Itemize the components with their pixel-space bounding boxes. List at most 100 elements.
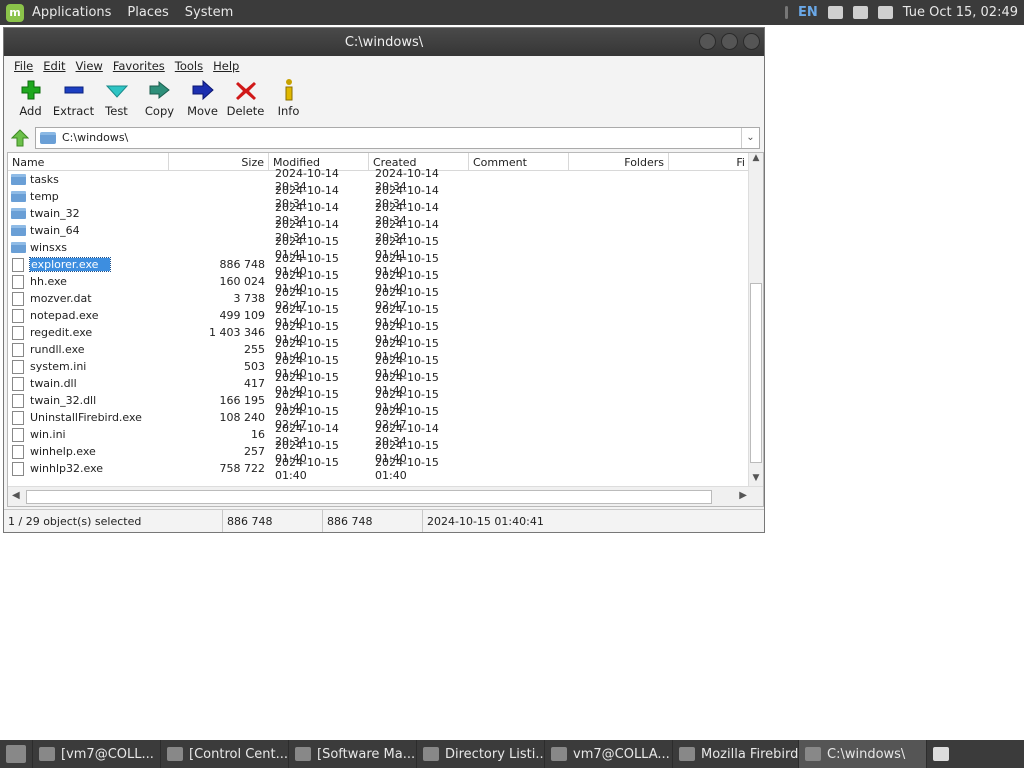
maximize-button[interactable] xyxy=(721,33,738,50)
row-name-cell: rundll.exe xyxy=(8,342,169,357)
arrow-right-icon xyxy=(192,79,214,101)
column-comment[interactable]: Comment xyxy=(469,153,569,170)
delete-label: Delete xyxy=(226,104,265,118)
info-icon xyxy=(285,79,292,101)
close-button[interactable] xyxy=(743,33,760,50)
taskbar-item[interactable]: vm7@COLLA... xyxy=(544,740,672,768)
menu-edit[interactable]: Edit xyxy=(38,59,70,73)
keyboard-layout-indicator[interactable]: EN xyxy=(798,5,818,20)
window-titlebar[interactable]: C:\windows\ xyxy=(4,28,764,56)
menu-bar: File Edit View Favorites Tools Help xyxy=(4,56,764,76)
row-size: 758 722 xyxy=(219,462,266,475)
volume-icon[interactable] xyxy=(877,6,893,19)
menu-applications[interactable]: Applications xyxy=(32,5,111,20)
taskbar-item-label: Mozilla Firebird xyxy=(701,746,798,762)
row-name: twain_64 xyxy=(30,224,80,237)
file-icon xyxy=(12,410,24,425)
file-icon xyxy=(12,461,24,476)
software-manager-icon xyxy=(295,747,311,761)
file-icon xyxy=(12,325,24,340)
add-button[interactable]: Add xyxy=(9,78,52,118)
row-name: winhelp.exe xyxy=(30,445,96,458)
taskbar-item[interactable]: [vm7@COLL... xyxy=(32,740,160,768)
column-folders[interactable]: Folders xyxy=(569,153,669,170)
scroll-up-icon[interactable]: ▲ xyxy=(749,153,763,167)
x-icon xyxy=(235,82,256,100)
menu-help[interactable]: Help xyxy=(208,59,244,73)
up-arrow-icon xyxy=(11,128,29,146)
folder-icon xyxy=(11,174,26,185)
row-name: twain_32.dll xyxy=(30,394,97,407)
move-button[interactable]: Move xyxy=(181,78,224,118)
row-name: notepad.exe xyxy=(30,309,99,322)
extract-button[interactable]: Extract xyxy=(52,78,95,118)
top-menus: Applications Places System xyxy=(24,0,241,25)
top-panel: m Applications Places System EN Tue Oct … xyxy=(0,0,1024,25)
row-name-cell: winhlp32.exe xyxy=(8,461,169,476)
file-icon xyxy=(12,376,24,391)
table-row[interactable]: winhlp32.exe 758 722 2024-10-15 01:40 2024-… xyxy=(8,456,748,482)
vertical-scroll-thumb[interactable] xyxy=(750,283,762,463)
scroll-left-icon[interactable]: ◀ xyxy=(12,490,20,501)
row-name: win.ini xyxy=(30,428,66,441)
chevron-down-icon[interactable]: ⌄ xyxy=(741,127,759,148)
menu-file[interactable]: File xyxy=(9,59,38,73)
file-icon xyxy=(12,342,24,357)
horizontal-scroll-thumb[interactable] xyxy=(26,490,712,504)
menu-system[interactable]: System xyxy=(185,5,233,20)
menu-places[interactable]: Places xyxy=(127,5,168,20)
row-name-cell: system.ini xyxy=(8,359,169,374)
taskbar-item[interactable]: Mozilla Firebird xyxy=(672,740,798,768)
info-button[interactable]: Info xyxy=(267,78,310,118)
row-name: tasks xyxy=(30,173,59,186)
toolbar: Add Extract Test Copy Move Delete Info xyxy=(4,76,764,124)
show-desktop-button[interactable] xyxy=(0,740,32,768)
taskbar-item-label: C:\windows\ xyxy=(827,746,906,762)
clock[interactable]: Tue Oct 15, 02:49 xyxy=(903,5,1018,20)
minus-icon xyxy=(64,86,83,94)
tray-separator-icon xyxy=(785,6,789,19)
mint-logo-icon[interactable]: m xyxy=(6,3,24,22)
row-name: regedit.exe xyxy=(30,326,93,339)
minimize-button[interactable] xyxy=(699,33,716,50)
column-files[interactable]: Fi xyxy=(669,153,749,170)
row-created: 2024-10-15 01:40 xyxy=(375,455,439,482)
test-button[interactable]: Test xyxy=(95,78,138,118)
menu-view[interactable]: View xyxy=(71,59,108,73)
menu-tools[interactable]: Tools xyxy=(170,59,208,73)
control-center-icon xyxy=(167,747,183,761)
taskbar-item[interactable]: [Software Ma... xyxy=(288,740,416,768)
taskbar-item-label: Directory Listi... xyxy=(445,746,544,762)
network-icon[interactable] xyxy=(827,6,843,19)
row-name-cell: notepad.exe xyxy=(8,308,169,323)
row-size: 257 xyxy=(244,445,265,458)
delete-button[interactable]: Delete xyxy=(224,78,267,118)
taskbar-item[interactable]: C:\windows\ xyxy=(798,740,926,768)
column-size[interactable]: Size xyxy=(169,153,269,170)
scroll-right-icon[interactable]: ▶ xyxy=(739,490,747,501)
taskbar-item-label: [Software Ma... xyxy=(317,746,416,762)
scroll-down-icon[interactable]: ▼ xyxy=(749,473,763,487)
horizontal-scrollbar[interactable]: ◀ ▶ xyxy=(8,486,763,506)
workspace-switcher[interactable] xyxy=(926,740,954,768)
vertical-scrollbar[interactable]: ▲ ▼ xyxy=(748,153,763,487)
address-bar[interactable]: C:\windows\ ⌄ xyxy=(35,126,760,149)
menu-favorites[interactable]: Favorites xyxy=(108,59,170,73)
file-icon xyxy=(12,444,24,459)
taskbar-item-label: vm7@COLLA... xyxy=(573,746,670,762)
address-text: C:\windows\ xyxy=(62,131,129,144)
taskbar-item-label: [Control Cent... xyxy=(189,746,288,762)
row-name: hh.exe xyxy=(30,275,67,288)
taskbar-item[interactable]: [Control Cent... xyxy=(160,740,288,768)
shield-icon[interactable] xyxy=(852,6,868,19)
folder-icon xyxy=(11,242,26,253)
taskbar-item-label: [vm7@COLL... xyxy=(61,746,154,762)
column-name[interactable]: Name xyxy=(8,153,169,170)
taskbar-item[interactable]: Directory Listi... xyxy=(416,740,544,768)
row-size: 108 240 xyxy=(219,411,266,424)
copy-button[interactable]: Copy xyxy=(138,78,181,118)
file-icon xyxy=(12,308,24,323)
row-name: system.ini xyxy=(30,360,87,373)
row-size: 166 195 xyxy=(219,394,266,407)
up-folder-button[interactable] xyxy=(8,127,32,149)
